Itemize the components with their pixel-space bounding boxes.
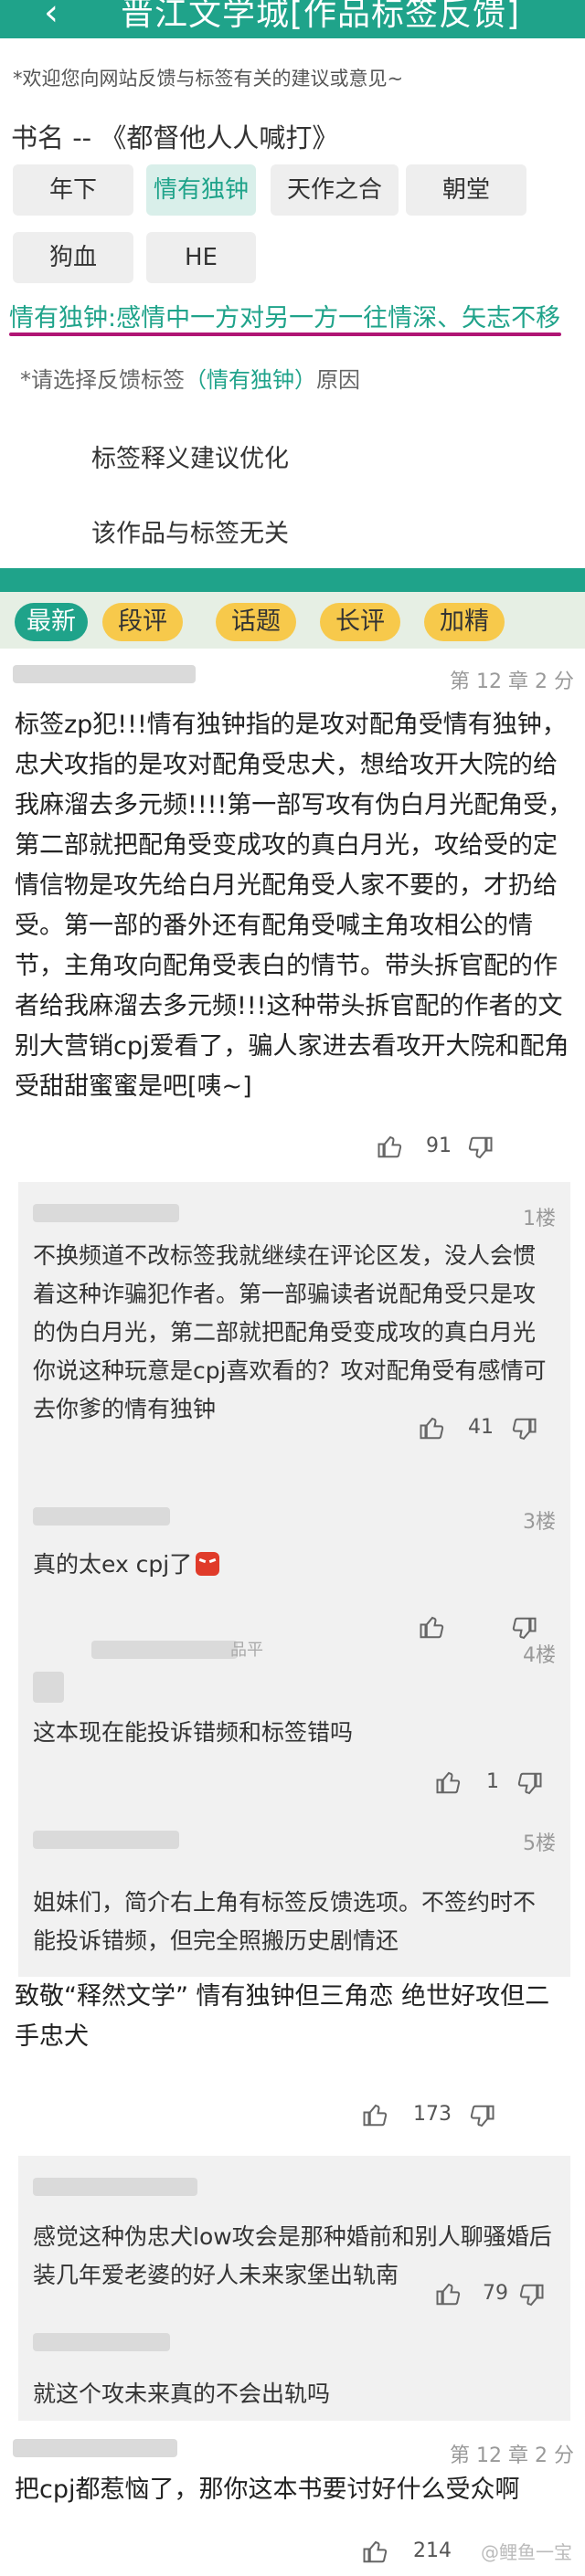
like-count: 79: [483, 2282, 508, 2305]
feedback-notice: *欢迎您向网站反馈与标签有关的建议或意见~: [13, 68, 404, 90]
comment-body: 标签zp犯!!!情有独钟指的是攻对配角受情有独钟，忠犬攻指的是攻对配角受忠犬，想…: [15, 711, 573, 1101]
reply-body: 就这个攻未来真的不会出轨吗: [33, 2381, 331, 2407]
feedback-option[interactable]: 标签释义建议优化: [91, 438, 289, 474]
hint-tag: （情有独钟）: [185, 367, 316, 393]
floor-number: 5楼: [523, 1832, 556, 1855]
book-name: 书名 -- 《都督他人人喊打》: [11, 122, 339, 153]
commenter-name: [13, 665, 196, 683]
tab-latest[interactable]: 最新: [15, 603, 88, 641]
replier-name: [33, 1204, 179, 1222]
tag-definition: 情有独钟:感情中一方对另一方一往情深、矢志不移: [9, 304, 561, 333]
back-icon[interactable]: ‹: [44, 0, 58, 31]
avatar: [33, 1672, 64, 1703]
reply-body: 感觉这种伪忠犬low攻会是那种婚前和别人聊骚婚后装几年爱老婆的好人未来家堡出轨南: [33, 2223, 552, 2288]
tab-featured[interactable]: 加精: [424, 603, 505, 641]
like-count: 214: [413, 2539, 452, 2562]
thumb-down-icon[interactable]: [516, 1770, 543, 1798]
tag-button[interactable]: 狗血: [13, 232, 133, 283]
replier-name: [33, 2178, 197, 2196]
thumb-up-icon[interactable]: [435, 1768, 463, 1796]
reply-body: 真的太ex cpj了: [33, 1546, 554, 1584]
thumb-up-icon[interactable]: [419, 1613, 446, 1641]
comment-body: 致敬“释然文学” 情有独钟但三角恋 绝世好攻但二手忠犬: [15, 1977, 574, 2061]
floor-number: 3楼: [523, 1511, 556, 1534]
floor-number: 4楼: [523, 1644, 556, 1667]
thumb-up-icon[interactable]: [435, 2280, 463, 2307]
floor-number: 1楼: [523, 1208, 556, 1230]
reply-body: 不换频道不改标签我就继续在评论区发，没人会惯着这种诈骗犯作者。第一部骗读者说配角…: [33, 1242, 547, 1422]
thumb-up-icon[interactable]: [377, 1133, 404, 1160]
app-header: ‹ 晋江文学城[作品标签反馈]: [0, 0, 585, 38]
replier-name-fragment: 品平: [230, 1641, 263, 1660]
comment-meta: 第 12 章 2 分: [450, 2444, 574, 2467]
comment-tabs: 最新 段评 话题 长评 加精: [0, 592, 585, 649]
tag-button[interactable]: 天作之合: [271, 164, 399, 216]
reply-body: 姐妹们，简介右上角有标签反馈选项。不签约时不能投诉错频，但完全照搬历史剧情还: [33, 1889, 537, 1954]
like-count: 91: [426, 1135, 452, 1157]
highlight-underline: [9, 333, 561, 336]
replier-name: [33, 2333, 170, 2351]
like-count: 173: [413, 2103, 452, 2126]
thumb-down-icon[interactable]: [517, 2282, 545, 2309]
page-title: 晋江文学城[作品标签反馈]: [121, 0, 521, 33]
tag-button[interactable]: 朝堂: [406, 164, 526, 216]
feedback-option[interactable]: 该作品与标签无关: [91, 513, 289, 549]
reply-body: 这本现在能投诉错频和标签错吗: [33, 1719, 354, 1746]
replier-name: [33, 1507, 170, 1526]
hint-suffix: 原因: [316, 367, 360, 393]
hint-prefix: *请选择反馈标签: [20, 367, 185, 393]
replier-name: [91, 1641, 238, 1659]
like-count: 41: [468, 1416, 494, 1439]
angry-emoji-icon: [196, 1552, 220, 1576]
section-divider: [0, 568, 585, 592]
replier-name: [33, 1831, 179, 1849]
thumb-down-icon[interactable]: [468, 2103, 495, 2130]
thumb-up-icon[interactable]: [362, 2101, 389, 2128]
tab-long[interactable]: 长评: [320, 603, 400, 641]
feedback-hint: *请选择反馈标签（情有独钟）原因: [20, 362, 360, 394]
tag-button[interactable]: 年下: [13, 164, 133, 216]
watermark: @鲤鱼一宝: [481, 2541, 572, 2563]
thumb-up-icon[interactable]: [362, 2538, 389, 2565]
thumb-up-icon[interactable]: [419, 1414, 446, 1441]
tab-paragraph[interactable]: 段评: [102, 603, 183, 641]
tag-button-selected[interactable]: 情有独钟: [146, 164, 256, 216]
thumb-down-icon[interactable]: [466, 1135, 494, 1162]
tab-topic[interactable]: 话题: [216, 603, 296, 641]
commenter-name: [13, 2439, 177, 2457]
tag-button[interactable]: HE: [146, 232, 256, 283]
reply-text: 真的太ex cpj了: [33, 1551, 193, 1578]
comment-body: 把cpj都惹恼了，那你这本书要讨好什么受众啊: [15, 2476, 520, 2504]
comment-meta: 第 12 章 2 分: [450, 670, 574, 693]
like-count: 1: [486, 1770, 499, 1793]
thumb-down-icon[interactable]: [510, 1416, 537, 1443]
